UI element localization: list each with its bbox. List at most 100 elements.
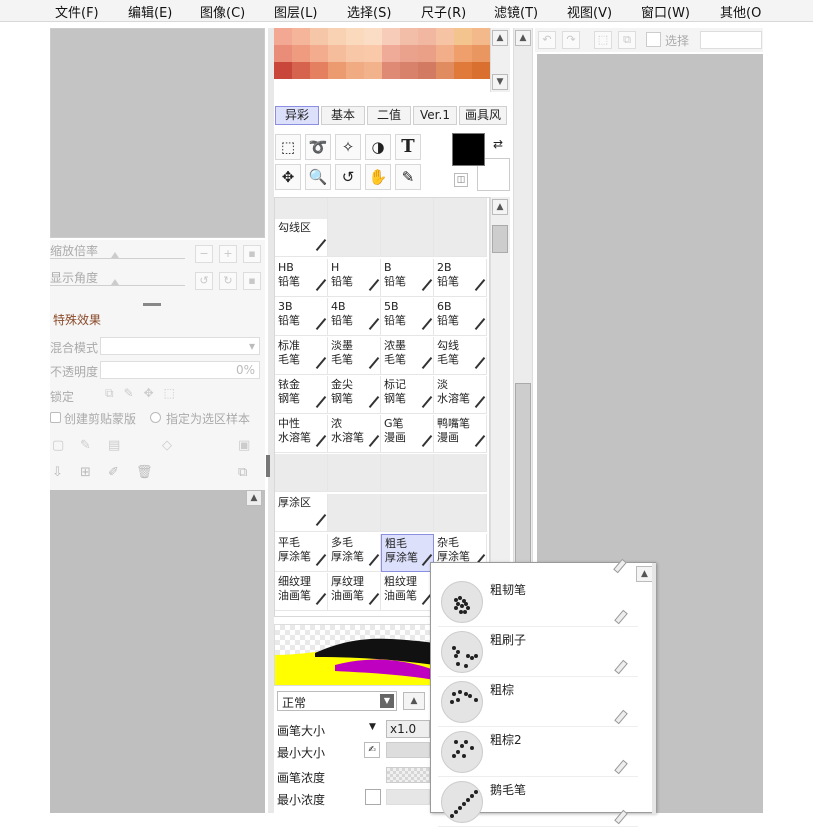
rect-select-icon[interactable]: ⬚ bbox=[275, 134, 301, 160]
color-swatch[interactable] bbox=[328, 28, 346, 45]
zoom-in-button[interactable]: + bbox=[219, 245, 237, 263]
brush-item[interactable]: 2B 铅笔 bbox=[434, 259, 487, 297]
brush-item[interactable]: 平毛 厚涂笔 bbox=[275, 534, 328, 572]
divider-handle[interactable] bbox=[143, 303, 161, 306]
hand-icon[interactable]: ✋ bbox=[365, 164, 391, 190]
layer-list-area[interactable] bbox=[50, 490, 265, 813]
brush-item[interactable]: 细纹理 油画笔 bbox=[275, 573, 328, 611]
brush-item[interactable]: 多毛 厚涂笔 bbox=[328, 534, 381, 572]
brush-shape-item[interactable]: 粗棕 bbox=[438, 677, 638, 727]
new-folder-icon[interactable]: ▤ bbox=[108, 438, 120, 453]
tab-painter[interactable]: 画具风 bbox=[459, 106, 507, 125]
zoom-slider-thumb[interactable] bbox=[111, 252, 119, 258]
brush-item[interactable]: 厚纹理 油画笔 bbox=[328, 573, 381, 611]
color-swatch[interactable] bbox=[292, 62, 310, 79]
color-swatch[interactable] bbox=[382, 28, 400, 45]
brush-group-line[interactable]: 勾线区 bbox=[275, 219, 328, 257]
color-swatch[interactable] bbox=[364, 45, 382, 62]
invert-select-button[interactable]: ⧉ bbox=[618, 31, 636, 49]
brush-item[interactable]: 标准 毛笔 bbox=[275, 337, 328, 375]
brush-item[interactable]: 金尖 钢笔 bbox=[328, 376, 381, 414]
add-icon[interactable]: ⊞ bbox=[80, 465, 91, 480]
color-swatch[interactable] bbox=[472, 45, 490, 62]
move-icon[interactable]: ✥ bbox=[275, 164, 301, 190]
zoom-out-button[interactable]: − bbox=[195, 245, 213, 263]
menu-image[interactable]: 图像(C) bbox=[200, 2, 245, 21]
text-icon[interactable]: T bbox=[395, 134, 421, 160]
color-swatch[interactable] bbox=[328, 45, 346, 62]
color-swatch[interactable] bbox=[418, 45, 436, 62]
min-density-slider[interactable] bbox=[386, 789, 430, 805]
swap-colors-icon[interactable]: ⇄ bbox=[493, 137, 503, 151]
color-swatch[interactable] bbox=[454, 45, 472, 62]
popup-scrollbar[interactable] bbox=[652, 563, 656, 814]
color-swatch[interactable] bbox=[364, 62, 382, 79]
brush-item[interactable]: 浓墨 毛笔 bbox=[381, 337, 434, 375]
select-dropdown[interactable] bbox=[700, 31, 762, 49]
grid-scroll-thumb[interactable] bbox=[492, 225, 508, 253]
popup-scroll-up[interactable]: ▲ bbox=[636, 566, 653, 582]
brush-slot-empty[interactable] bbox=[328, 219, 381, 257]
brush-item[interactable]: 浓水溶笔 bbox=[328, 415, 381, 453]
brush-item[interactable]: 鸭嘴笔 漫画 bbox=[434, 415, 487, 453]
brush-grid-scrollbar[interactable]: ▲ bbox=[490, 197, 510, 617]
color-swatch[interactable] bbox=[400, 28, 418, 45]
brush-slot-empty[interactable] bbox=[328, 454, 381, 492]
brush-item[interactable]: 淡水溶笔 bbox=[434, 376, 487, 414]
brush-slot-empty[interactable] bbox=[381, 219, 434, 257]
color-swatch[interactable] bbox=[346, 62, 364, 79]
lasso-icon[interactable]: ➰ bbox=[305, 134, 331, 160]
brush-group-thick[interactable]: 厚涂区 bbox=[275, 494, 328, 532]
zoom-slider[interactable] bbox=[50, 258, 185, 259]
canvas-scroll-thumb[interactable] bbox=[515, 383, 531, 573]
layer-scroll-up[interactable]: ▲ bbox=[246, 490, 262, 506]
navigator-preview[interactable] bbox=[50, 28, 265, 238]
brush-item[interactable]: 粗毛 厚涂笔 bbox=[381, 534, 434, 572]
size-dropdown-icon[interactable]: ▼ bbox=[369, 722, 376, 732]
brush-item[interactable]: HB 铅笔 bbox=[275, 259, 328, 297]
swatch-scroll-up[interactable]: ▲ bbox=[492, 30, 508, 46]
clear-icon[interactable]: ✐ bbox=[108, 465, 119, 480]
color-swatch[interactable] bbox=[328, 62, 346, 79]
color-swatch[interactable] bbox=[400, 45, 418, 62]
brush-item[interactable]: 中性 水溶笔 bbox=[275, 415, 328, 453]
menu-window[interactable]: 窗口(W) bbox=[641, 2, 690, 21]
merge-down-icon[interactable]: ⇩ bbox=[52, 465, 63, 480]
color-swatch[interactable] bbox=[472, 28, 490, 45]
brush-shape-item[interactable]: 粗韧笔 bbox=[438, 577, 638, 627]
menu-filter[interactable]: 滤镜(T) bbox=[494, 2, 538, 21]
color-swatch[interactable] bbox=[274, 45, 292, 62]
brush-slot-empty[interactable] bbox=[275, 454, 328, 492]
tab-binary[interactable]: 二值 bbox=[367, 106, 411, 125]
brush-shape-item[interactable]: 粗棕2 bbox=[438, 727, 638, 777]
density-slider[interactable] bbox=[386, 767, 430, 783]
color-swatch[interactable] bbox=[382, 62, 400, 79]
opacity-input[interactable]: 0% bbox=[100, 361, 260, 379]
mask-icon[interactable]: ▣ bbox=[238, 438, 250, 453]
color-swatch[interactable] bbox=[436, 28, 454, 45]
color-swatch[interactable] bbox=[274, 28, 292, 45]
brush-item[interactable]: 3B 铅笔 bbox=[275, 298, 328, 336]
zoom-icon[interactable]: 🔍 bbox=[305, 164, 331, 190]
color-swatch[interactable] bbox=[436, 45, 454, 62]
zoom-reset-button[interactable]: ▪ bbox=[243, 245, 261, 263]
brush-item[interactable]: 标记 钢笔 bbox=[381, 376, 434, 414]
new-pen-layer-icon[interactable]: ✎ bbox=[80, 438, 91, 453]
color-swatch[interactable] bbox=[400, 62, 418, 79]
tab-ver1[interactable]: Ver.1 bbox=[413, 106, 457, 125]
brush-slot-empty[interactable] bbox=[434, 454, 487, 492]
brush-slot-empty[interactable] bbox=[381, 454, 434, 492]
canvas-scroll-up[interactable]: ▲ bbox=[515, 30, 531, 46]
menu-view[interactable]: 视图(V) bbox=[567, 2, 612, 21]
brush-item[interactable]: 淡墨 毛笔 bbox=[328, 337, 381, 375]
effect-icon[interactable]: ◇ bbox=[162, 438, 172, 453]
menu-edit[interactable]: 编辑(E) bbox=[128, 2, 172, 21]
color-swatch[interactable] bbox=[292, 45, 310, 62]
color-swatch[interactable] bbox=[436, 62, 454, 79]
blend-mode-dropdown[interactable]: 正常 ▼ bbox=[277, 691, 397, 711]
color-swatch[interactable] bbox=[310, 62, 328, 79]
color-swatch[interactable] bbox=[346, 28, 364, 45]
undo-button[interactable]: ↶ bbox=[538, 31, 556, 49]
blend-mode-select[interactable]: ▾ bbox=[100, 337, 260, 355]
color-swatch[interactable] bbox=[310, 45, 328, 62]
